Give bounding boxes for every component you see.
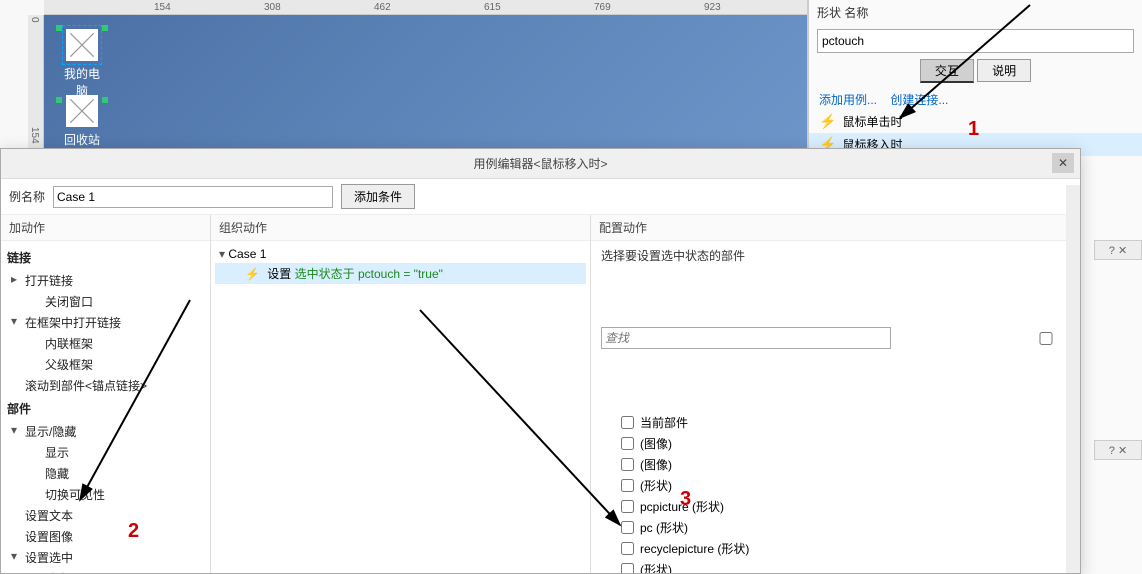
ruler-tick: 154 [29,127,40,144]
tree-item[interactable]: 滚动到部件<锚点链接> [1,375,210,396]
case-editor-dialog: 用例编辑器<鼠标移入时> ✕ 例名称 添加条件 加动作 链接 打开链接 关闭窗口… [0,148,1081,574]
tree-item[interactable]: 隐藏 [1,463,210,484]
actions-panel: 加动作 链接 打开链接 关闭窗口 在框架中打开链接 内联框架 父级框架 滚动到部… [1,215,211,573]
image-placeholder-icon [66,29,98,61]
canvas-viewport[interactable]: 我的电脑 回收站 [44,15,807,148]
tab-description[interactable]: 说明 [977,59,1031,82]
tree-item[interactable]: 父级框架 [1,354,210,375]
link-create-connection[interactable]: 创建连接... [890,93,948,107]
list-item[interactable]: 当前部件 [601,412,1069,433]
panel-links: 添加用例... 创建连接... [809,89,1142,110]
tree-item[interactable]: 关闭窗口 [1,291,210,312]
tree-item[interactable]: 设置文本 [1,505,210,526]
add-condition-button[interactable]: 添加条件 [341,184,415,209]
icon-label: 回收站 [60,131,104,148]
list-item[interactable]: (形状) [601,475,1069,496]
list-item[interactable]: pc (形状) [601,517,1069,538]
config-label: 选择要设置选中状态的部件 [601,247,1069,264]
column-header: 组织动作 [211,215,590,241]
tree-item[interactable]: 切换可见性 [1,484,210,505]
list-item[interactable]: (形状) [601,559,1069,573]
image-placeholder-icon [66,95,98,127]
canvas-area: Index 154 308 462 615 769 923 1077 0 154… [0,0,808,148]
list-item[interactable]: pcpicture (形状) [601,496,1069,517]
column-header: 加动作 [1,215,210,241]
tree-item[interactable]: 显示/隐藏 [1,421,210,442]
collapsed-panel[interactable]: ? ✕ [1094,240,1142,260]
shape-name-input[interactable] [817,29,1134,53]
dialog-title: 用例编辑器<鼠标移入时> [473,157,607,171]
lightning-icon: ⚡ [245,267,260,281]
tree-item[interactable]: 选中 [1,568,210,573]
event-onclick[interactable]: ⚡鼠标单击时 [809,110,1142,133]
tree-item-set-selected[interactable]: 设置选中 [1,547,210,568]
ruler-tick: 923 [704,2,721,13]
desktop-icon-recycle[interactable]: 回收站 [60,95,104,148]
tree-item[interactable]: 设置图像 [1,526,210,547]
tree-item[interactable]: 打开链接 [1,270,210,291]
column-header: 配置动作 [591,215,1079,241]
ruler-tick: 0 [29,17,40,23]
tree-item[interactable]: 显示 [1,442,210,463]
list-item[interactable]: (图像) [601,433,1069,454]
lightning-icon: ⚡ [819,113,836,130]
tree-category-link: 链接 [1,245,210,270]
tree-item[interactable]: 在框架中打开链接 [1,312,210,333]
link-add-case[interactable]: 添加用例... [819,93,877,107]
ruler-vertical: 0 154 [28,15,44,148]
action-node[interactable]: ⚡ 设置 选中状态于 pctouch = "true" [215,263,586,284]
list-item[interactable]: (图像) [601,454,1069,475]
icon-label: 我的电脑 [60,65,104,99]
ruler-tick: 462 [374,2,391,13]
desktop-icon-mycomputer[interactable]: 我的电脑 [60,29,104,99]
hide-unnamed-checkbox[interactable]: 隐藏未命名的部件 [901,270,1080,406]
widget-list: 当前部件 (图像) (图像) (形状) pcpicture (形状) pc (形… [601,412,1069,573]
widget-search-input[interactable] [601,327,891,349]
tree-item[interactable]: 内联框架 [1,333,210,354]
case-name-input[interactable] [53,186,333,208]
ruler-tick: 308 [264,2,281,13]
configure-action-panel: 配置动作 选择要设置选中状态的部件 隐藏未命名的部件 当前部件 (图像) (图像… [591,215,1080,573]
organize-actions-panel: 组织动作 Case 1 ⚡ 设置 选中状态于 pctouch = "true" [211,215,591,573]
close-icon[interactable]: ✕ [1052,153,1074,173]
dialog-toolbar: 例名称 添加条件 [1,179,1080,215]
list-item[interactable]: recyclepicture (形状) [601,538,1069,559]
tree-category-widget: 部件 [1,396,210,421]
tab-interactions[interactable]: 交互 [920,59,974,83]
ruler-tick: 154 [154,2,171,13]
ruler-tick: 615 [484,2,501,13]
case-node[interactable]: Case 1 [215,245,586,263]
dialog-titlebar[interactable]: 用例编辑器<鼠标移入时> ✕ [1,149,1080,179]
ruler-tick: 769 [594,2,611,13]
section-title: 形状 名称 [809,0,1142,25]
case-name-label: 例名称 [9,188,45,205]
ruler-horizontal: 154 308 462 615 769 923 1077 [44,0,807,15]
collapsed-panel[interactable]: ? ✕ [1094,440,1142,460]
